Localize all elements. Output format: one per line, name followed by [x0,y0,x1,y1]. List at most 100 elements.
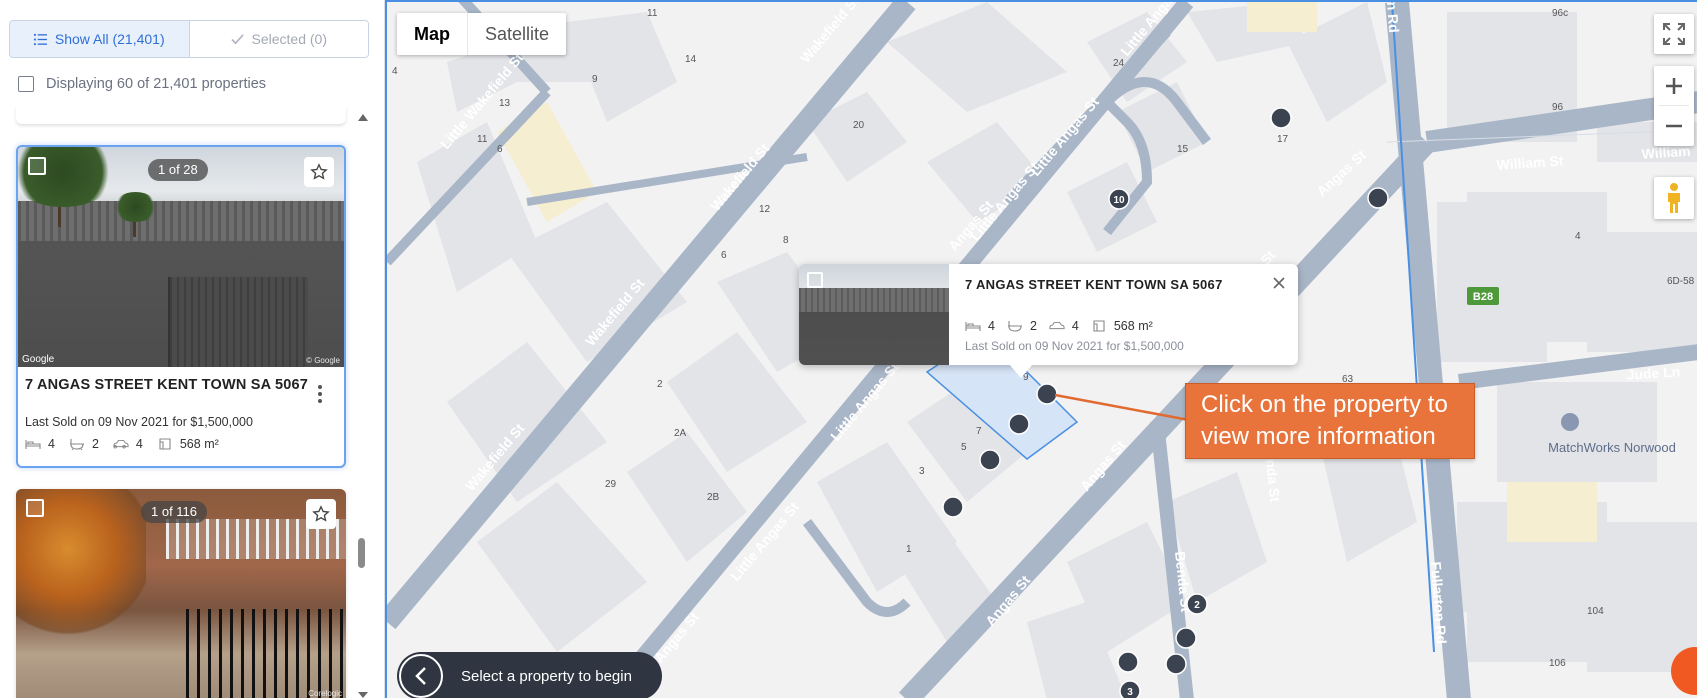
selected-label: Selected (0) [251,31,327,47]
lot-number: 15 [1177,144,1189,155]
show-all-label: Show All (21,401) [54,31,165,47]
street-label: Little Angas St [1027,94,1102,179]
previous-card-edge [16,106,346,124]
beds-count: 4 [48,437,55,451]
poi-icon[interactable] [1561,413,1579,431]
bath-icon [69,439,84,450]
palm-leaves [18,147,118,207]
land-size: 568 m² [1113,319,1153,333]
lot-number: 96c [1552,8,1568,19]
scroll-up-arrow-icon[interactable] [358,114,368,121]
lot-number: 106 [1549,658,1566,669]
street-label: Jude Ln [1626,363,1681,383]
more-options-button[interactable] [318,385,322,403]
poi-label: MatchWorks Norwood [1548,440,1676,455]
show-all-button[interactable]: Show All (21,401) [10,21,190,57]
popup-checkbox[interactable] [807,272,823,288]
lot-number: 4 [392,66,398,77]
lot-number: 2A [674,428,687,439]
marker-label: 10 [1113,195,1125,206]
selected-button[interactable]: Selected (0) [189,21,368,57]
zoom-in-button[interactable] [1659,66,1689,106]
card-address[interactable]: 7 ANGAS STREET KENT TOWN SA 5067 [25,377,308,393]
baths-feature: 2 [69,437,99,451]
street-view-pegman[interactable] [1654,177,1694,219]
lot-number: 104 [1587,606,1604,617]
map-type-map-button[interactable]: Map [397,13,468,55]
lot-number: 2 [657,379,663,390]
lot-number: 29 [605,479,617,490]
google-watermark: Google [22,354,55,365]
zoom-out-button[interactable] [1665,106,1683,146]
lot-number: 9 [592,74,598,85]
instruction-callout: Click on the property to view more infor… [1185,383,1475,459]
bath-icon [1007,321,1022,332]
lot-number: 96 [1552,102,1564,113]
close-icon [1273,277,1285,289]
bed-icon [965,322,981,331]
car-icon [1049,321,1065,330]
popup-photo[interactable] [799,264,949,365]
beds-feature: 4 [25,437,55,451]
street-label: Angas St [1313,147,1369,200]
lot-number: 5 [961,442,967,453]
lot-number: 1 [906,544,912,555]
lot-number: 4 [1575,231,1581,242]
map-type-control: Map Satellite [397,13,567,55]
check-icon [230,33,244,44]
popup-last-sold: Last Sold on 09 Nov 2021 for $1,500,000 [965,339,1184,353]
lot-number: 17 [1277,134,1289,145]
marker-label: 3 [1127,687,1133,698]
popup-address[interactable]: 7 ANGAS STREET KENT TOWN SA 5067 [965,277,1282,292]
lot-number: 13 [499,98,511,109]
pegman-icon [1668,183,1680,213]
list-icon [33,33,47,45]
land-feature: 568 m² [1091,319,1153,333]
lot-number: 6 [497,144,503,155]
star-icon [312,505,330,522]
photo-counter: 1 of 116 [141,501,208,523]
lot-number: 14 [685,54,697,65]
land-size: 568 m² [179,437,219,451]
lot-number: 7 [976,426,982,437]
lot-number: 11 [477,134,488,145]
scroll-down-arrow-icon[interactable] [358,692,368,698]
popup-close-button[interactable] [1272,276,1286,290]
photo-attribution: Corelogic [308,689,342,698]
favourite-button[interactable] [304,157,334,187]
car-icon [113,439,129,449]
map-type-satellite-button[interactable]: Satellite [468,13,566,55]
property-photo[interactable]: 1 of 116 Corelogic [16,489,346,698]
card-features: 4 2 4 568 m² [25,437,219,451]
displaying-count: Displaying 60 of 21,401 properties [46,76,267,92]
view-toggle: Show All (21,401) Selected (0) [9,20,369,58]
lot-number: 3 [919,466,925,477]
cars-count: 4 [1071,319,1079,333]
kebab-dot-icon [318,385,322,389]
lot-number: 8 [783,235,789,246]
collapse-button[interactable] [399,654,443,698]
property-card[interactable]: 1 of 28 Google © Google 7 ANGAS STREET K… [16,145,346,468]
land-size-icon [159,438,171,450]
card-checkbox[interactable] [26,499,44,517]
scrollbar-thumb[interactable] [358,538,365,568]
baths-feature: 2 [1007,319,1037,333]
popup-features: 4 2 4 568 m² [965,319,1153,333]
property-popup[interactable]: 7 ANGAS STREET KENT TOWN SA 5067 4 2 4 5… [799,264,1298,365]
favourite-button[interactable] [306,499,336,529]
fence-shape [186,609,346,698]
beds-count: 4 [988,319,995,333]
select-all-row: Displaying 60 of 21,401 properties [18,76,266,92]
property-photo[interactable]: 1 of 28 Google © Google [18,147,344,367]
kebab-dot-icon [318,392,322,396]
marker-label: 2 [1194,600,1200,611]
property-card[interactable]: 1 of 116 Corelogic [16,489,346,698]
land-feature: 568 m² [157,437,219,451]
card-checkbox[interactable] [28,157,46,175]
select-all-checkbox[interactable] [18,76,34,92]
fullscreen-button[interactable] [1654,14,1694,54]
map-view[interactable]: Little Wakefield St Wakefield St Wakefie… [385,0,1697,698]
select-property-bar[interactable]: Select a property to begin [397,652,662,698]
lot-number: 6D-58 [1667,276,1695,287]
minus-icon [1666,124,1682,128]
